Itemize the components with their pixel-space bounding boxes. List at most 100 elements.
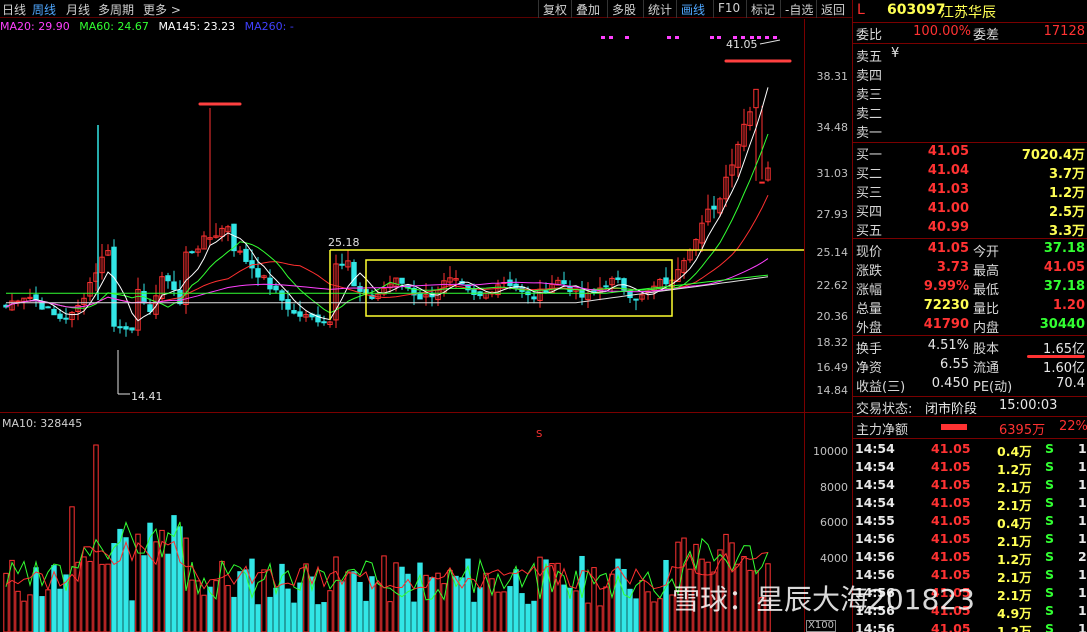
volume-tick: 4000 — [820, 552, 848, 565]
quote-label: 总量 — [856, 302, 883, 317]
buy-order-volume: 1.2万 — [1048, 186, 1085, 201]
tick-row: 14:56 41.05 2.1万 S 1 — [853, 531, 1087, 549]
candle-body — [273, 285, 279, 291]
volume-bar — [117, 528, 123, 632]
tick-volume: 1.2万 — [997, 624, 1032, 632]
candle-body — [117, 326, 123, 329]
tick-direction: S — [1045, 621, 1055, 632]
volume-bar — [321, 602, 327, 632]
main-flow-label: 主力净额 — [856, 423, 909, 438]
volume-bar — [417, 562, 423, 632]
trade-status-label: 交易状态: — [856, 402, 913, 417]
candle-body — [57, 313, 63, 319]
volume-bar — [603, 586, 609, 632]
fundamental-label: 净资 — [856, 361, 883, 376]
volume-bar — [615, 558, 621, 632]
quote-row: 现价 41.05 今开 37.18 — [853, 241, 1087, 260]
tick-volume: 1.2万 — [997, 462, 1032, 477]
volume-bar — [495, 591, 501, 632]
tick-count: 1 — [1078, 513, 1087, 528]
price-tick: 22.62 — [816, 279, 849, 292]
candle-body — [477, 291, 483, 297]
candle-body — [399, 277, 405, 284]
candle-body — [171, 281, 177, 291]
buy-order-volume: 7020.4万 — [1021, 148, 1085, 163]
signal-dot — [675, 36, 679, 39]
buy-order-row[interactable]: 买一 41.05 7020.4万 — [853, 144, 1087, 163]
candle-body — [531, 296, 537, 300]
volume-bar — [303, 563, 309, 632]
low-price-label: 14.41 — [131, 390, 163, 403]
tick-price: 41.05 — [931, 513, 971, 528]
buy-order-row[interactable]: 买二 41.04 3.7万 — [853, 163, 1087, 182]
tick-count: 1 — [1078, 477, 1087, 492]
price-tick: 20.36 — [816, 310, 849, 323]
stock-name: 江苏华辰 — [940, 5, 996, 21]
volume-bar — [333, 556, 339, 632]
volume-bar — [399, 566, 405, 632]
quote-panel: L 603097 江苏华辰 委比 100.00% 委差 17128 交易状态: … — [853, 0, 1087, 632]
tick-count: 1 — [1078, 603, 1087, 618]
quote-value: 9.99% — [923, 279, 969, 294]
signal-dot — [757, 36, 761, 39]
tick-time: 14:56 — [855, 549, 895, 564]
price-tick: 25.14 — [816, 246, 849, 259]
tick-direction: S — [1045, 459, 1055, 474]
volume-bar — [573, 590, 579, 632]
volume-bar — [531, 600, 537, 632]
signal-dot — [710, 36, 714, 39]
tick-direction: S — [1045, 531, 1055, 546]
quote-value: 3.73 — [936, 260, 969, 275]
fundamental-row: 收益(三) 0.450 PE(动) 70.4 — [853, 376, 1087, 395]
price-tick: 27.93 — [816, 208, 849, 221]
volume-bar — [81, 556, 87, 632]
tick-price: 41.05 — [931, 621, 971, 632]
high-price-label: 41.05 — [726, 38, 758, 51]
quote-value: 30440 — [1039, 317, 1085, 332]
candle-body — [123, 326, 129, 330]
buy-order-price: 41.05 — [927, 144, 969, 159]
quote-value: 41.05 — [927, 241, 969, 256]
volume-bar — [657, 598, 663, 632]
volume-bar — [585, 602, 591, 632]
sell-order-label: 卖一 — [856, 126, 883, 141]
signal-dot — [667, 36, 671, 39]
quote-value: 1.20 — [1052, 298, 1085, 313]
buy-order-volume: 3.3万 — [1048, 224, 1085, 239]
fundamental-value: 4.51% — [927, 338, 969, 353]
buy-order-row[interactable]: 买三 41.03 1.2万 — [853, 182, 1087, 201]
volume-bar — [351, 571, 357, 632]
tick-count: 1 — [1078, 621, 1087, 632]
trade-status-row: 交易状态: 闭市阶段 15:00:03 — [853, 398, 1087, 417]
pane-divider — [0, 412, 852, 413]
volume-bar — [147, 522, 153, 632]
volume-bar — [99, 563, 105, 632]
buy-order-row[interactable]: 买四 41.00 2.5万 — [853, 201, 1087, 220]
volume-bar — [549, 563, 555, 632]
candle-body — [15, 300, 21, 303]
quote-label: 外盘 — [856, 321, 883, 336]
tick-direction: S — [1045, 585, 1055, 600]
candle-body — [471, 289, 477, 295]
tick-count: 1 — [1078, 567, 1087, 582]
quote-label: 量比 — [973, 302, 1000, 317]
volume-bar — [471, 601, 477, 632]
tick-row: 14:54 41.05 1.2万 S 1 — [853, 459, 1087, 477]
volume-bar — [21, 600, 27, 632]
buy-order-row[interactable]: 买五 40.99 3.3万 — [853, 220, 1087, 239]
candle-body — [51, 308, 57, 316]
price-tick: 34.48 — [816, 121, 849, 134]
volume-bar — [447, 569, 453, 632]
volume-bar — [45, 589, 51, 632]
s-marker: S — [536, 429, 543, 440]
quote-value: 37.18 — [1043, 279, 1085, 294]
candle-body — [243, 248, 249, 262]
volume-bar — [651, 601, 657, 632]
kline-chart[interactable] — [0, 0, 852, 632]
buy-order-label: 买一 — [856, 148, 883, 163]
fundamental-label: 换手 — [856, 342, 883, 357]
volume-tick: 8000 — [820, 481, 848, 494]
tick-row: 14:54 41.05 2.1万 S 1 — [853, 477, 1087, 495]
tick-volume: 2.1万 — [997, 588, 1032, 603]
highlight-underline — [1027, 355, 1085, 358]
